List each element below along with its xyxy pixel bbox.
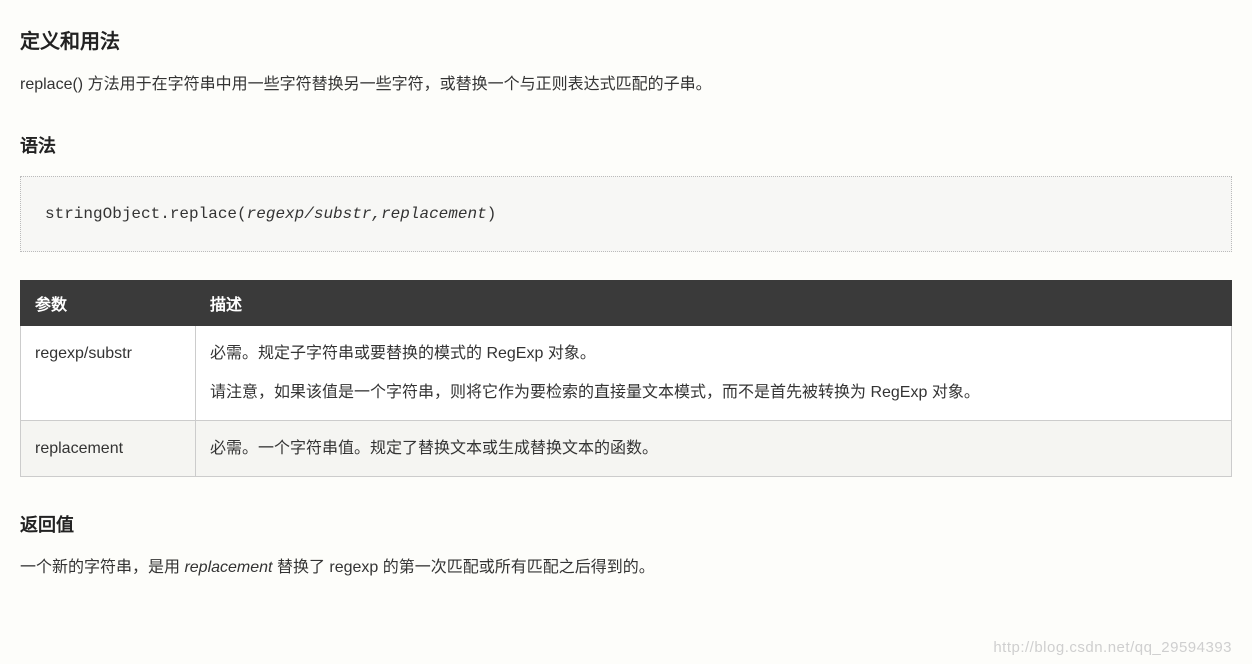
heading-syntax: 语法 [20,132,1232,158]
syntax-code-block: stringObject.replace(regexp/substr,repla… [20,176,1232,252]
return-italic: replacement [184,559,272,576]
code-args: regexp/substr,replacement [247,205,487,223]
heading-return-value: 返回值 [20,511,1232,537]
header-desc: 描述 [196,280,1232,325]
desc-line: 必需。一个字符串值。规定了替换文本或生成替换文本的函数。 [210,435,1217,462]
desc-line: 必需。规定子字符串或要替换的模式的 RegExp 对象。 [210,340,1217,367]
header-param: 参数 [21,280,196,325]
definition-description: replace() 方法用于在字符串中用一些字符替换另一些字符，或替换一个与正则… [20,72,1232,98]
return-description: 一个新的字符串，是用 replacement 替换了 regexp 的第一次匹配… [20,555,1232,581]
cell-desc: 必需。规定子字符串或要替换的模式的 RegExp 对象。 请注意，如果该值是一个… [196,325,1232,420]
table-header-row: 参数 描述 [21,280,1232,325]
desc-line: 请注意，如果该值是一个字符串，则将它作为要检索的直接量文本模式，而不是首先被转换… [210,379,1217,406]
cell-param: replacement [21,420,196,476]
table-row: regexp/substr 必需。规定子字符串或要替换的模式的 RegExp 对… [21,325,1232,420]
heading-definition: 定义和用法 [20,25,1232,54]
code-prefix: stringObject.replace( [45,205,247,223]
params-table: 参数 描述 regexp/substr 必需。规定子字符串或要替换的模式的 Re… [20,280,1232,478]
return-pre: 一个新的字符串，是用 [20,559,184,576]
cell-desc: 必需。一个字符串值。规定了替换文本或生成替换文本的函数。 [196,420,1232,476]
return-post: 替换了 regexp 的第一次匹配或所有匹配之后得到的。 [273,559,655,576]
watermark-text: http://blog.csdn.net/qq_29594393 [993,639,1232,656]
cell-param: regexp/substr [21,325,196,420]
code-suffix: ) [487,205,497,223]
table-row: replacement 必需。一个字符串值。规定了替换文本或生成替换文本的函数。 [21,420,1232,476]
